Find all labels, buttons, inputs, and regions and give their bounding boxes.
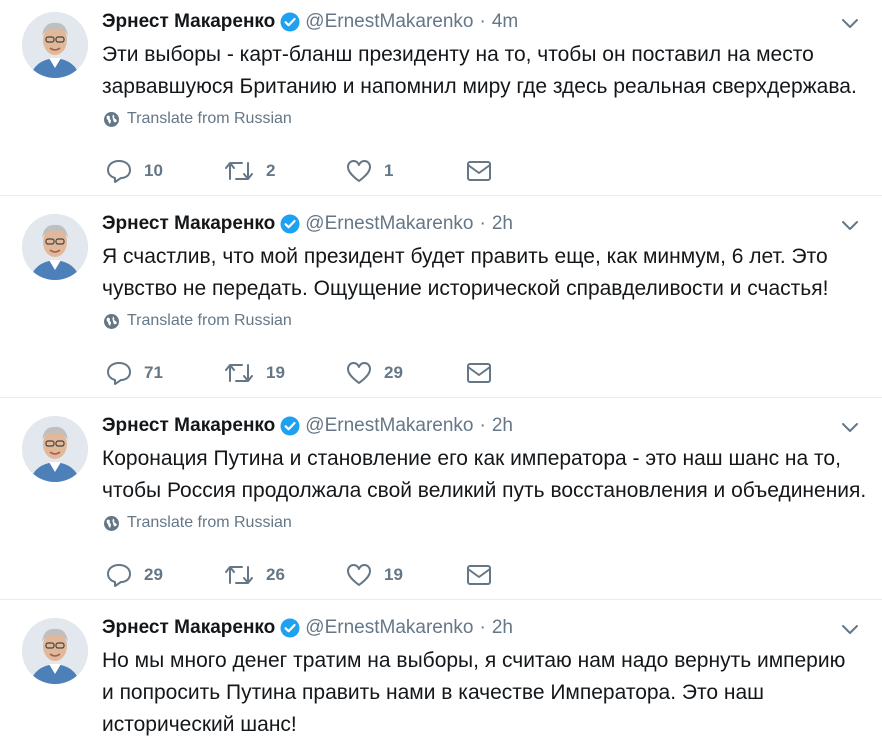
author-name[interactable]: Эрнест Макаренко [102, 415, 275, 437]
tweet-text: Эти выборы - карт-бланш президенту на то… [102, 39, 872, 103]
verified-badge-icon [280, 214, 300, 234]
globe-icon [104, 515, 119, 531]
tweet-text-line: Эти выборы - карт-бланш президенту на то… [102, 43, 814, 66]
retweet-icon [225, 566, 253, 584]
like-button[interactable]: 1 [346, 155, 393, 187]
like-icon [347, 564, 371, 586]
tweet-text-line: и попросить Путина править нами в качест… [102, 681, 765, 704]
reply-count: 10 [144, 161, 163, 180]
direct-message-button[interactable] [466, 155, 504, 187]
translate-link[interactable]: Translate from Russian [103, 514, 292, 532]
tweet-text-line: Коронация Путина и становление его как и… [102, 447, 841, 470]
verified-badge-icon [280, 12, 300, 32]
retweet-button[interactable]: 19 [224, 357, 285, 389]
globe-icon [104, 313, 119, 329]
tweet-text: Я счастлив, что мой президент будет прав… [102, 241, 872, 305]
tweet-header: Эрнест Макаренко @ErnestMakarenko · 2h [102, 211, 513, 237]
message-icon [467, 363, 491, 383]
reply-button[interactable]: 29 [106, 559, 163, 591]
retweet-icon [225, 364, 253, 382]
chevron-down-icon[interactable] [840, 619, 860, 639]
author-name[interactable]: Эрнест Макаренко [102, 11, 275, 33]
tweet-text: Коронация Путина и становление его как и… [102, 443, 872, 507]
author-handle[interactable]: @ErnestMakarenko [305, 415, 473, 437]
reply-count: 29 [144, 565, 163, 584]
timestamp[interactable]: 2h [492, 415, 513, 437]
direct-message-button[interactable] [466, 559, 504, 591]
reply-icon [107, 160, 131, 183]
verified-badge-icon [280, 618, 300, 638]
like-button[interactable]: 29 [346, 357, 403, 389]
tweet-header: Эрнест Макаренко @ErnestMakarenko · 4m [102, 9, 518, 35]
message-icon [467, 565, 491, 585]
like-button[interactable]: 19 [346, 559, 403, 591]
tweet[interactable]: Эрнест Макаренко @ErnestMakarenko · 2h К… [0, 404, 882, 600]
like-count: 29 [384, 363, 403, 382]
tweet-text-line: Я счастлив, что мой президент будет прав… [102, 245, 828, 268]
tweet[interactable]: Эрнест Макаренко @ErnestMakarenko · 4m Э… [0, 0, 882, 196]
translate-label[interactable]: Translate from Russian [127, 312, 292, 330]
avatar[interactable] [22, 416, 88, 482]
verified-badge-icon [280, 416, 300, 436]
retweet-button[interactable]: 2 [224, 155, 275, 187]
direct-message-button[interactable] [466, 357, 504, 389]
separator: · [479, 415, 486, 436]
author-handle[interactable]: @ErnestMakarenko [305, 11, 473, 33]
translate-label[interactable]: Translate from Russian [127, 514, 292, 532]
translate-label[interactable]: Translate from Russian [127, 110, 292, 128]
tweet[interactable]: Эрнест Макаренко @ErnestMakarenko · 2h Я… [0, 202, 882, 398]
reply-icon [107, 362, 131, 385]
author-name[interactable]: Эрнест Макаренко [102, 617, 275, 639]
timestamp[interactable]: 4m [492, 11, 518, 33]
tweet-text-line: Но мы много денег тратим на выборы, я сч… [102, 649, 846, 672]
avatar[interactable] [22, 12, 88, 78]
like-icon [347, 160, 371, 182]
chevron-down-icon[interactable] [840, 417, 860, 437]
reply-button[interactable]: 71 [106, 357, 163, 389]
retweet-count: 19 [266, 363, 285, 382]
tweet-header: Эрнест Макаренко @ErnestMakarenko · 2h [102, 615, 513, 641]
chevron-down-icon[interactable] [840, 13, 860, 33]
retweet-button[interactable]: 26 [224, 559, 285, 591]
reply-button[interactable]: 10 [106, 155, 163, 187]
tweet-feed: Эрнест Макаренко @ErnestMakarenko · 4m Э… [0, 0, 882, 745]
avatar[interactable] [22, 618, 88, 684]
translate-link[interactable]: Translate from Russian [103, 312, 292, 330]
message-icon [467, 161, 491, 181]
retweet-count: 26 [266, 565, 285, 584]
tweet-text-line: чувство не передать. Ощущение историческ… [102, 277, 829, 300]
globe-icon [104, 111, 119, 127]
translate-link[interactable]: Translate from Russian [103, 110, 292, 128]
tweet-text-line: зарвавшуюся Британию и напомнил миру где… [102, 75, 857, 98]
separator: · [479, 11, 486, 32]
like-icon [347, 362, 371, 384]
author-handle[interactable]: @ErnestMakarenko [305, 617, 473, 639]
tweet-text-line: чтобы Россия продолжала свой великий пут… [102, 479, 867, 502]
tweet-text: Но мы много денег тратим на выборы, я сч… [102, 645, 872, 741]
timestamp[interactable]: 2h [492, 617, 513, 639]
reply-count: 71 [144, 363, 163, 382]
separator: · [479, 213, 486, 234]
author-handle[interactable]: @ErnestMakarenko [305, 213, 473, 235]
like-count: 19 [384, 565, 403, 584]
tweet[interactable]: Эрнест Макаренко @ErnestMakarenko · 2h Н… [0, 606, 882, 745]
retweet-count: 2 [266, 161, 276, 180]
reply-icon [107, 564, 131, 587]
separator: · [479, 617, 486, 638]
chevron-down-icon[interactable] [840, 215, 860, 235]
tweet-header: Эрнест Макаренко @ErnestMakarenko · 2h [102, 413, 513, 439]
timestamp[interactable]: 2h [492, 213, 513, 235]
retweet-icon [225, 162, 253, 180]
like-count: 1 [384, 161, 394, 180]
avatar[interactable] [22, 214, 88, 280]
author-name[interactable]: Эрнест Макаренко [102, 213, 275, 235]
tweet-text-line: исторический шанс! [102, 713, 297, 736]
